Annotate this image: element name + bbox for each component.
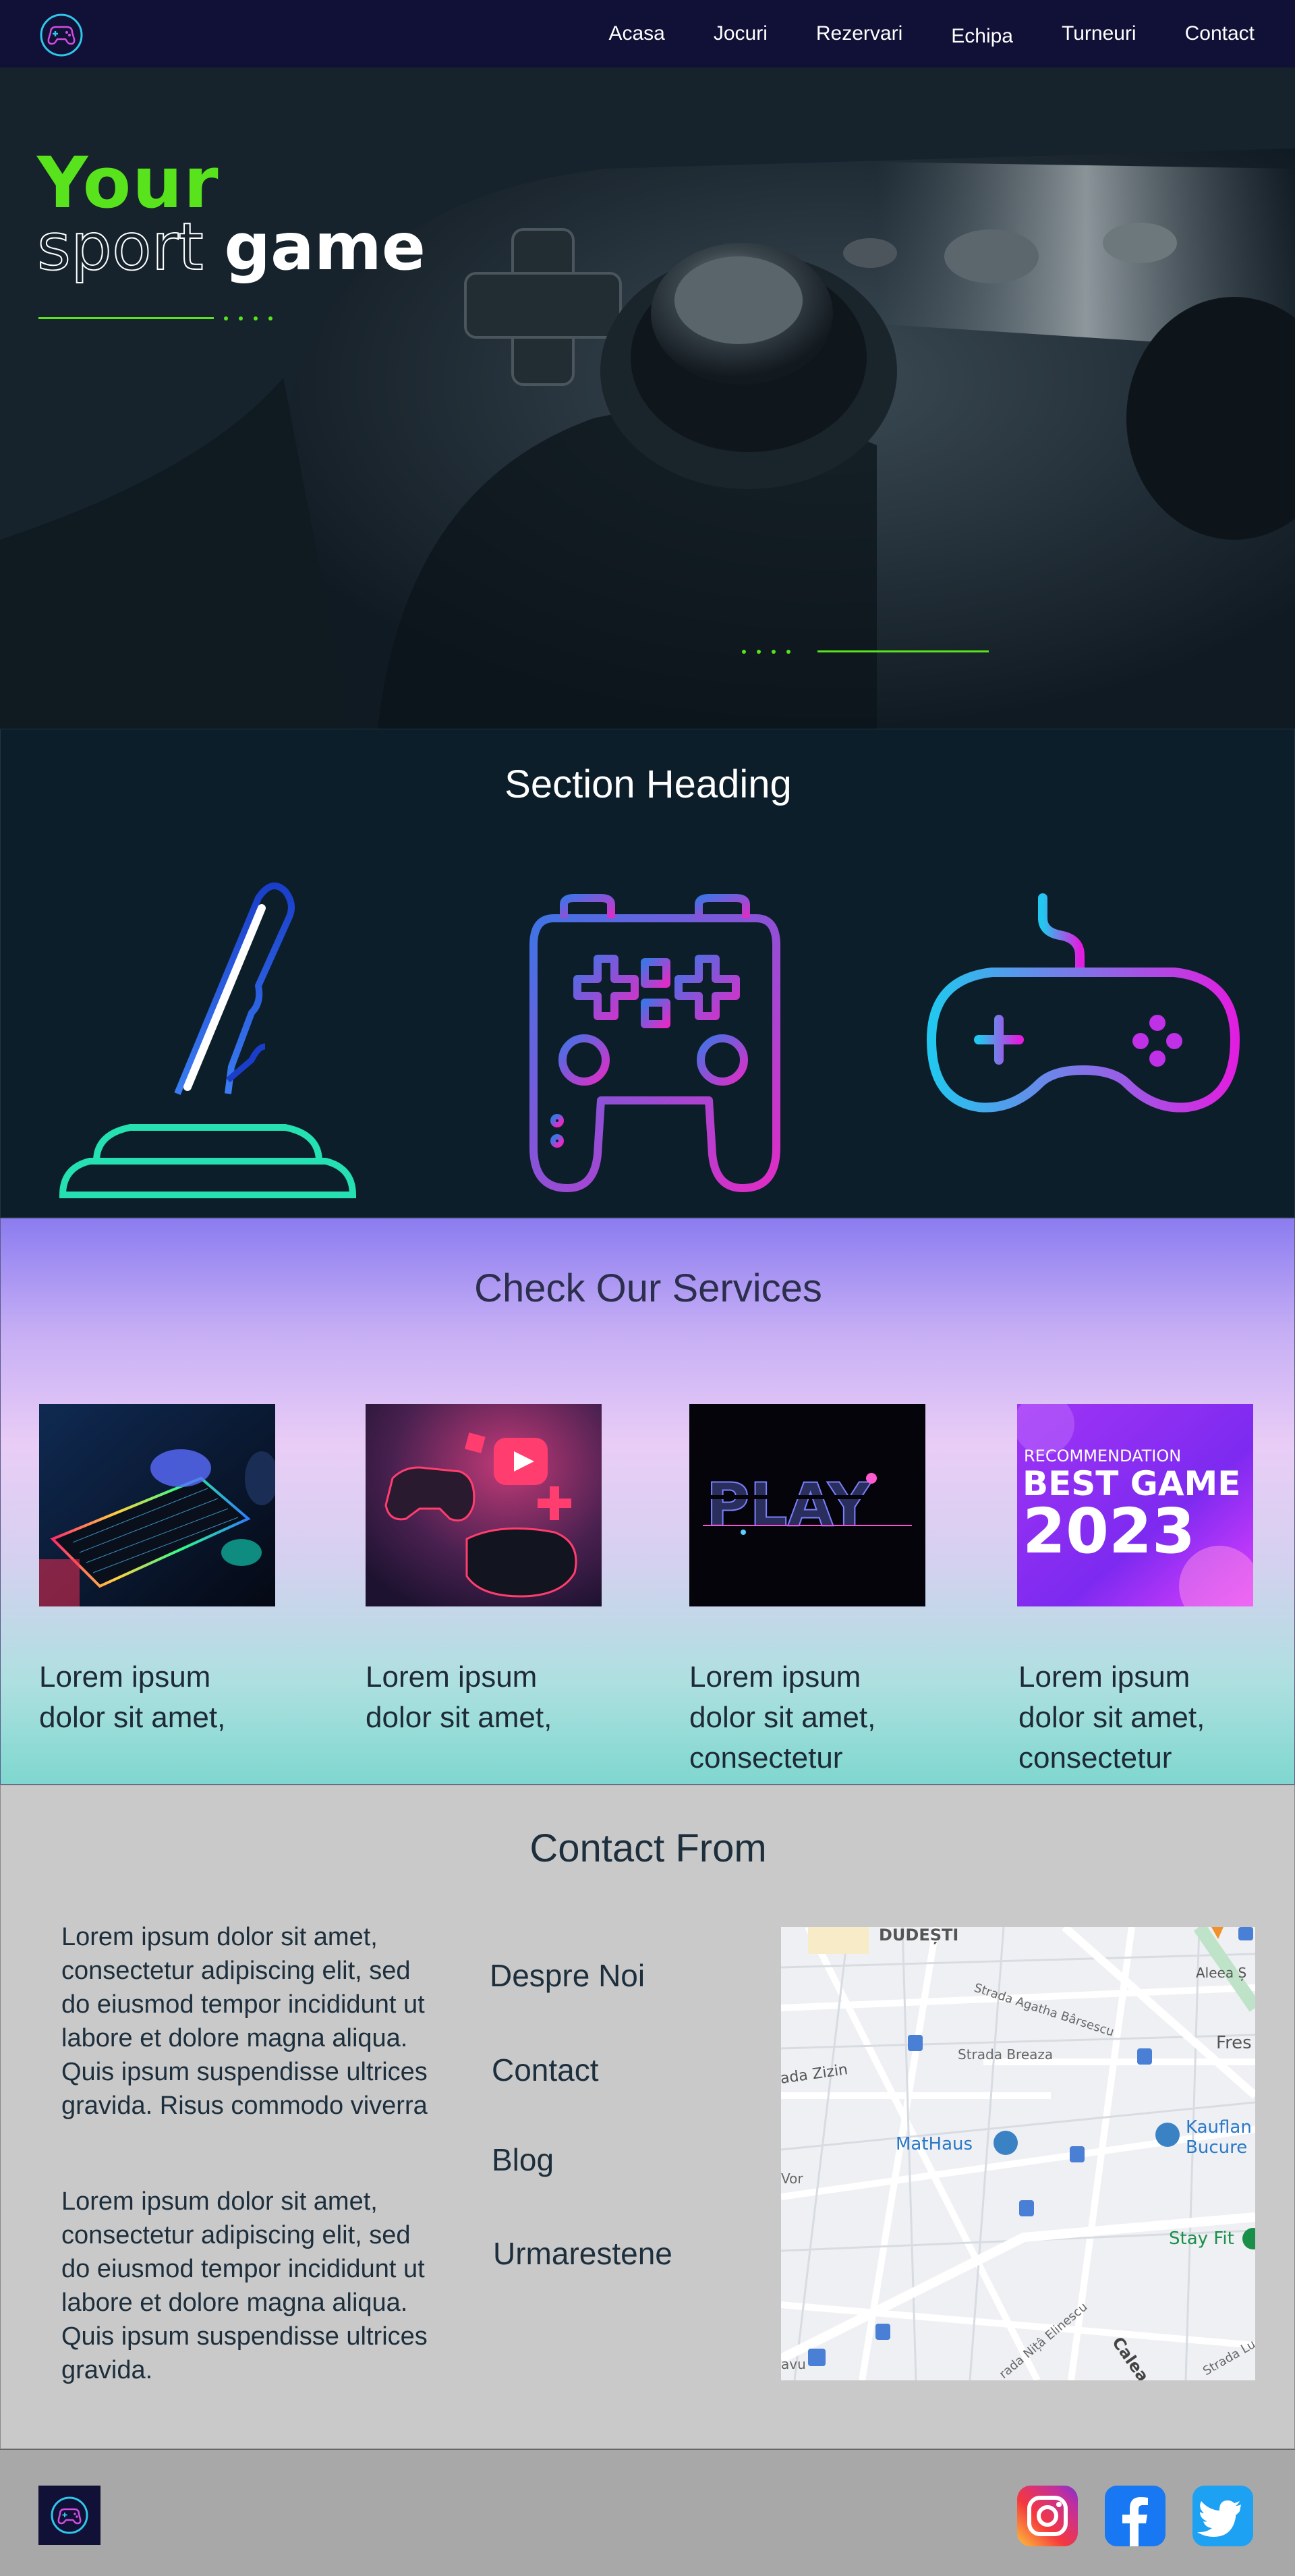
controller-icon [926, 893, 1240, 1113]
service-card-text: Lorem ipsum dolor sit amet, consectetur [689, 1660, 876, 1774]
map-label: Aleea Ș [1196, 1965, 1246, 1981]
link-urmarestene[interactable]: Urmarestene [493, 2235, 672, 2272]
map-label: MatHaus [896, 2134, 973, 2154]
map-label: Strada Breaza [958, 2046, 1053, 2063]
service-card-image-keyboard[interactable] [39, 1404, 275, 1606]
contact-paragraph-1: Lorem ipsum dolor sit amet, consectetur … [61, 1923, 428, 2120]
services-section: Check Our Services PLAY RECOMMENDATION B… [0, 1218, 1295, 1785]
contact-paragraph-2: Lorem ipsum dolor sit amet, consectetur … [61, 2187, 428, 2384]
map-label: Kauflan [1186, 2117, 1252, 2137]
service-card-text: Lorem ipsum dolor sit amet, consectetur [1018, 1660, 1205, 1774]
map-label: Stay Fit [1169, 2229, 1234, 2249]
service-card-text: Lorem ipsum dolor sit amet, [366, 1660, 552, 1734]
map-label: Vor [781, 2171, 803, 2187]
link-blog[interactable]: Blog [492, 2141, 554, 2178]
navbar: Acasa Jocuri Rezervari Echipa Turneuri C… [0, 0, 1295, 67]
twitter-icon[interactable] [1192, 2486, 1253, 2546]
service-card-image-gaming[interactable] [366, 1404, 602, 1606]
service-card-image-play[interactable]: PLAY [689, 1404, 925, 1606]
gamepad-outline-icon [529, 871, 780, 1192]
service-card-text: Lorem ipsum dolor sit amet, [39, 1660, 226, 1734]
hero-title-sport: sport [36, 208, 204, 285]
contact-section: Contact From Lorem ipsum dolor sit amet,… [0, 1785, 1295, 2449]
nav-item-contact[interactable]: Contact [1185, 22, 1255, 45]
link-contact[interactable]: Contact [492, 2052, 599, 2088]
nav-item-echipa[interactable]: Echipa [951, 25, 1013, 48]
hero-title-line2: sport game [36, 208, 426, 285]
nav-item-rezervari[interactable]: Rezervari [816, 22, 902, 45]
banner-recommendation: RECOMMENDATION [1024, 1447, 1181, 1465]
contact-heading: Contact From [529, 1826, 767, 1870]
hero-accent-line-top [38, 317, 214, 319]
nav-item-acasa[interactable]: Acasa [608, 22, 664, 45]
section-heading: Section Heading [505, 762, 792, 806]
play-neon-text: PLAY [706, 1470, 871, 1540]
map-label: avu [781, 2356, 806, 2372]
instagram-icon[interactable] [1017, 2486, 1078, 2546]
joystick-icon [59, 883, 357, 1198]
map-label: DUDEȘTI [879, 1927, 958, 1944]
map-label: Bucure [1186, 2137, 1247, 2158]
nav-item-jocuri[interactable]: Jocuri [714, 22, 768, 45]
facebook-icon[interactable] [1105, 2486, 1166, 2546]
footer [0, 2449, 1295, 2576]
hero-accent-line-bottom [817, 650, 989, 652]
hero-dots-bottom [742, 650, 790, 654]
banner-year: 2023 [1023, 1495, 1195, 1567]
hero-title-game: game [224, 209, 426, 285]
location-map[interactable]: DUDEȘTI Strada Agatha Bârsescu Strada Br… [781, 1927, 1255, 2380]
map-label: Fres [1216, 2033, 1252, 2053]
nav-item-turneuri[interactable]: Turneuri [1062, 22, 1136, 45]
service-card-image-best-game[interactable]: RECOMMENDATION BEST GAME 2023 [1017, 1404, 1253, 1606]
gamepad-logo-icon[interactable] [37, 12, 86, 58]
features-section: Section Heading [0, 729, 1295, 1218]
services-heading: Check Our Services [474, 1266, 822, 1310]
footer-gamepad-logo-icon[interactable] [38, 2486, 100, 2545]
hero-banner: Your sport game [0, 67, 1295, 729]
nav-menu: Acasa Jocuri Rezervari Echipa Turneuri C… [560, 0, 1255, 67]
link-despre-noi[interactable]: Despre Noi [490, 1957, 645, 1994]
hero-dots-top [224, 316, 272, 320]
